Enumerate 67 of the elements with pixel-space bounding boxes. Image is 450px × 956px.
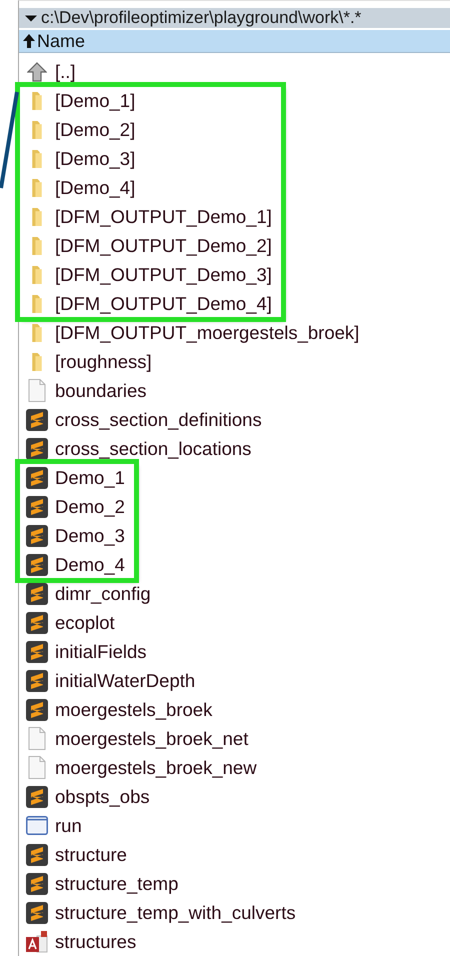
sublime-icon <box>26 554 48 576</box>
file-list-item[interactable]: [DFM_OUTPUT_Demo_2] <box>19 231 272 260</box>
file-list-item[interactable]: structure_temp_with_culverts <box>19 898 296 927</box>
window-icon <box>26 816 48 835</box>
folder-icon <box>32 266 42 284</box>
name-column-header[interactable]: Name <box>19 30 450 53</box>
sublime-icon <box>26 844 48 866</box>
path-bar[interactable]: c:\Dev\profileoptimizer\playground\work\*.* <box>19 8 450 28</box>
sublime-icon <box>26 408 48 430</box>
file-list-item[interactable]: moergestels_broek_new <box>19 753 296 782</box>
sublime-icon <box>26 438 48 460</box>
file-list-item[interactable]: obspts_obs <box>19 782 296 811</box>
file-list-item[interactable]: initialWaterDepth <box>19 666 296 695</box>
sublime-icon <box>26 582 48 604</box>
file-list-item[interactable]: Demo_1 <box>19 463 125 492</box>
dropdown-caret-icon[interactable] <box>25 14 37 22</box>
file-list-item[interactable]: moergestels_broek_net <box>19 724 296 753</box>
file-list-item[interactable]: [Demo_3] <box>19 144 272 173</box>
file-list-item[interactable]: Demo_2 <box>19 492 125 521</box>
file-list-item[interactable]: Demo_4 <box>19 550 125 579</box>
file-list-item[interactable]: dimr_config <box>19 579 296 608</box>
sublime-icon <box>26 902 48 924</box>
folder-icon <box>32 236 42 254</box>
file-list-item[interactable]: [roughness] <box>19 347 360 376</box>
file-list-item[interactable]: moergestels_broek <box>19 695 296 724</box>
folder-icon <box>32 352 42 370</box>
document-icon <box>28 379 46 402</box>
file-list-item[interactable]: [DFM_OUTPUT_moergestels_broek] <box>19 318 360 347</box>
file-list-item[interactable]: [Demo_2] <box>19 115 272 144</box>
folder-icon <box>32 120 42 138</box>
file-list-item[interactable]: [DFM_OUTPUT_Demo_3] <box>19 260 272 289</box>
folder-icon <box>32 324 42 342</box>
folder-icon <box>32 92 42 110</box>
sublime-icon <box>26 670 48 692</box>
sort-up-arrow-icon <box>23 34 35 48</box>
file-list-item[interactable]: structure <box>19 840 296 869</box>
document-icon <box>28 727 46 750</box>
sublime-icon <box>26 872 48 894</box>
file-list-item[interactable]: structure_temp <box>19 869 296 898</box>
file-list-item[interactable]: [DFM_OUTPUT_Demo_1] <box>19 202 272 231</box>
folder-icon <box>32 150 42 168</box>
file-list-item[interactable]: structures <box>19 927 296 956</box>
file-list-item[interactable]: cross_section_definitions <box>19 405 360 434</box>
file-list-item[interactable]: Demo_3 <box>19 521 125 550</box>
file-list-item[interactable]: cross_section_locations <box>19 434 360 463</box>
file-list-item[interactable]: [..] <box>19 57 76 86</box>
sublime-icon <box>26 524 48 546</box>
sublime-icon <box>26 698 48 720</box>
file-list-item[interactable]: [Demo_1] <box>19 86 272 115</box>
file-list-item[interactable]: ecoplot <box>19 608 296 637</box>
document-icon <box>28 756 46 779</box>
folder-icon <box>32 294 42 312</box>
folder-icon <box>32 208 42 226</box>
database-file-icon <box>26 930 48 952</box>
path-text: c:\Dev\profileoptimizer\playground\work\*.* <box>41 8 362 28</box>
sublime-icon <box>26 466 48 488</box>
sublime-icon <box>26 640 48 662</box>
file-list-item[interactable]: boundaries <box>19 376 360 405</box>
up-arrow-icon <box>27 62 47 82</box>
sublime-icon <box>26 786 48 808</box>
sublime-icon <box>26 612 48 634</box>
folder-icon <box>32 178 42 196</box>
file-list-item[interactable]: [Demo_4] <box>19 173 272 202</box>
file-list-item[interactable]: run <box>19 811 296 840</box>
sublime-icon <box>26 496 48 518</box>
file-list-item[interactable]: [DFM_OUTPUT_Demo_4] <box>19 289 272 318</box>
file-list-item[interactable]: initialFields <box>19 637 296 666</box>
